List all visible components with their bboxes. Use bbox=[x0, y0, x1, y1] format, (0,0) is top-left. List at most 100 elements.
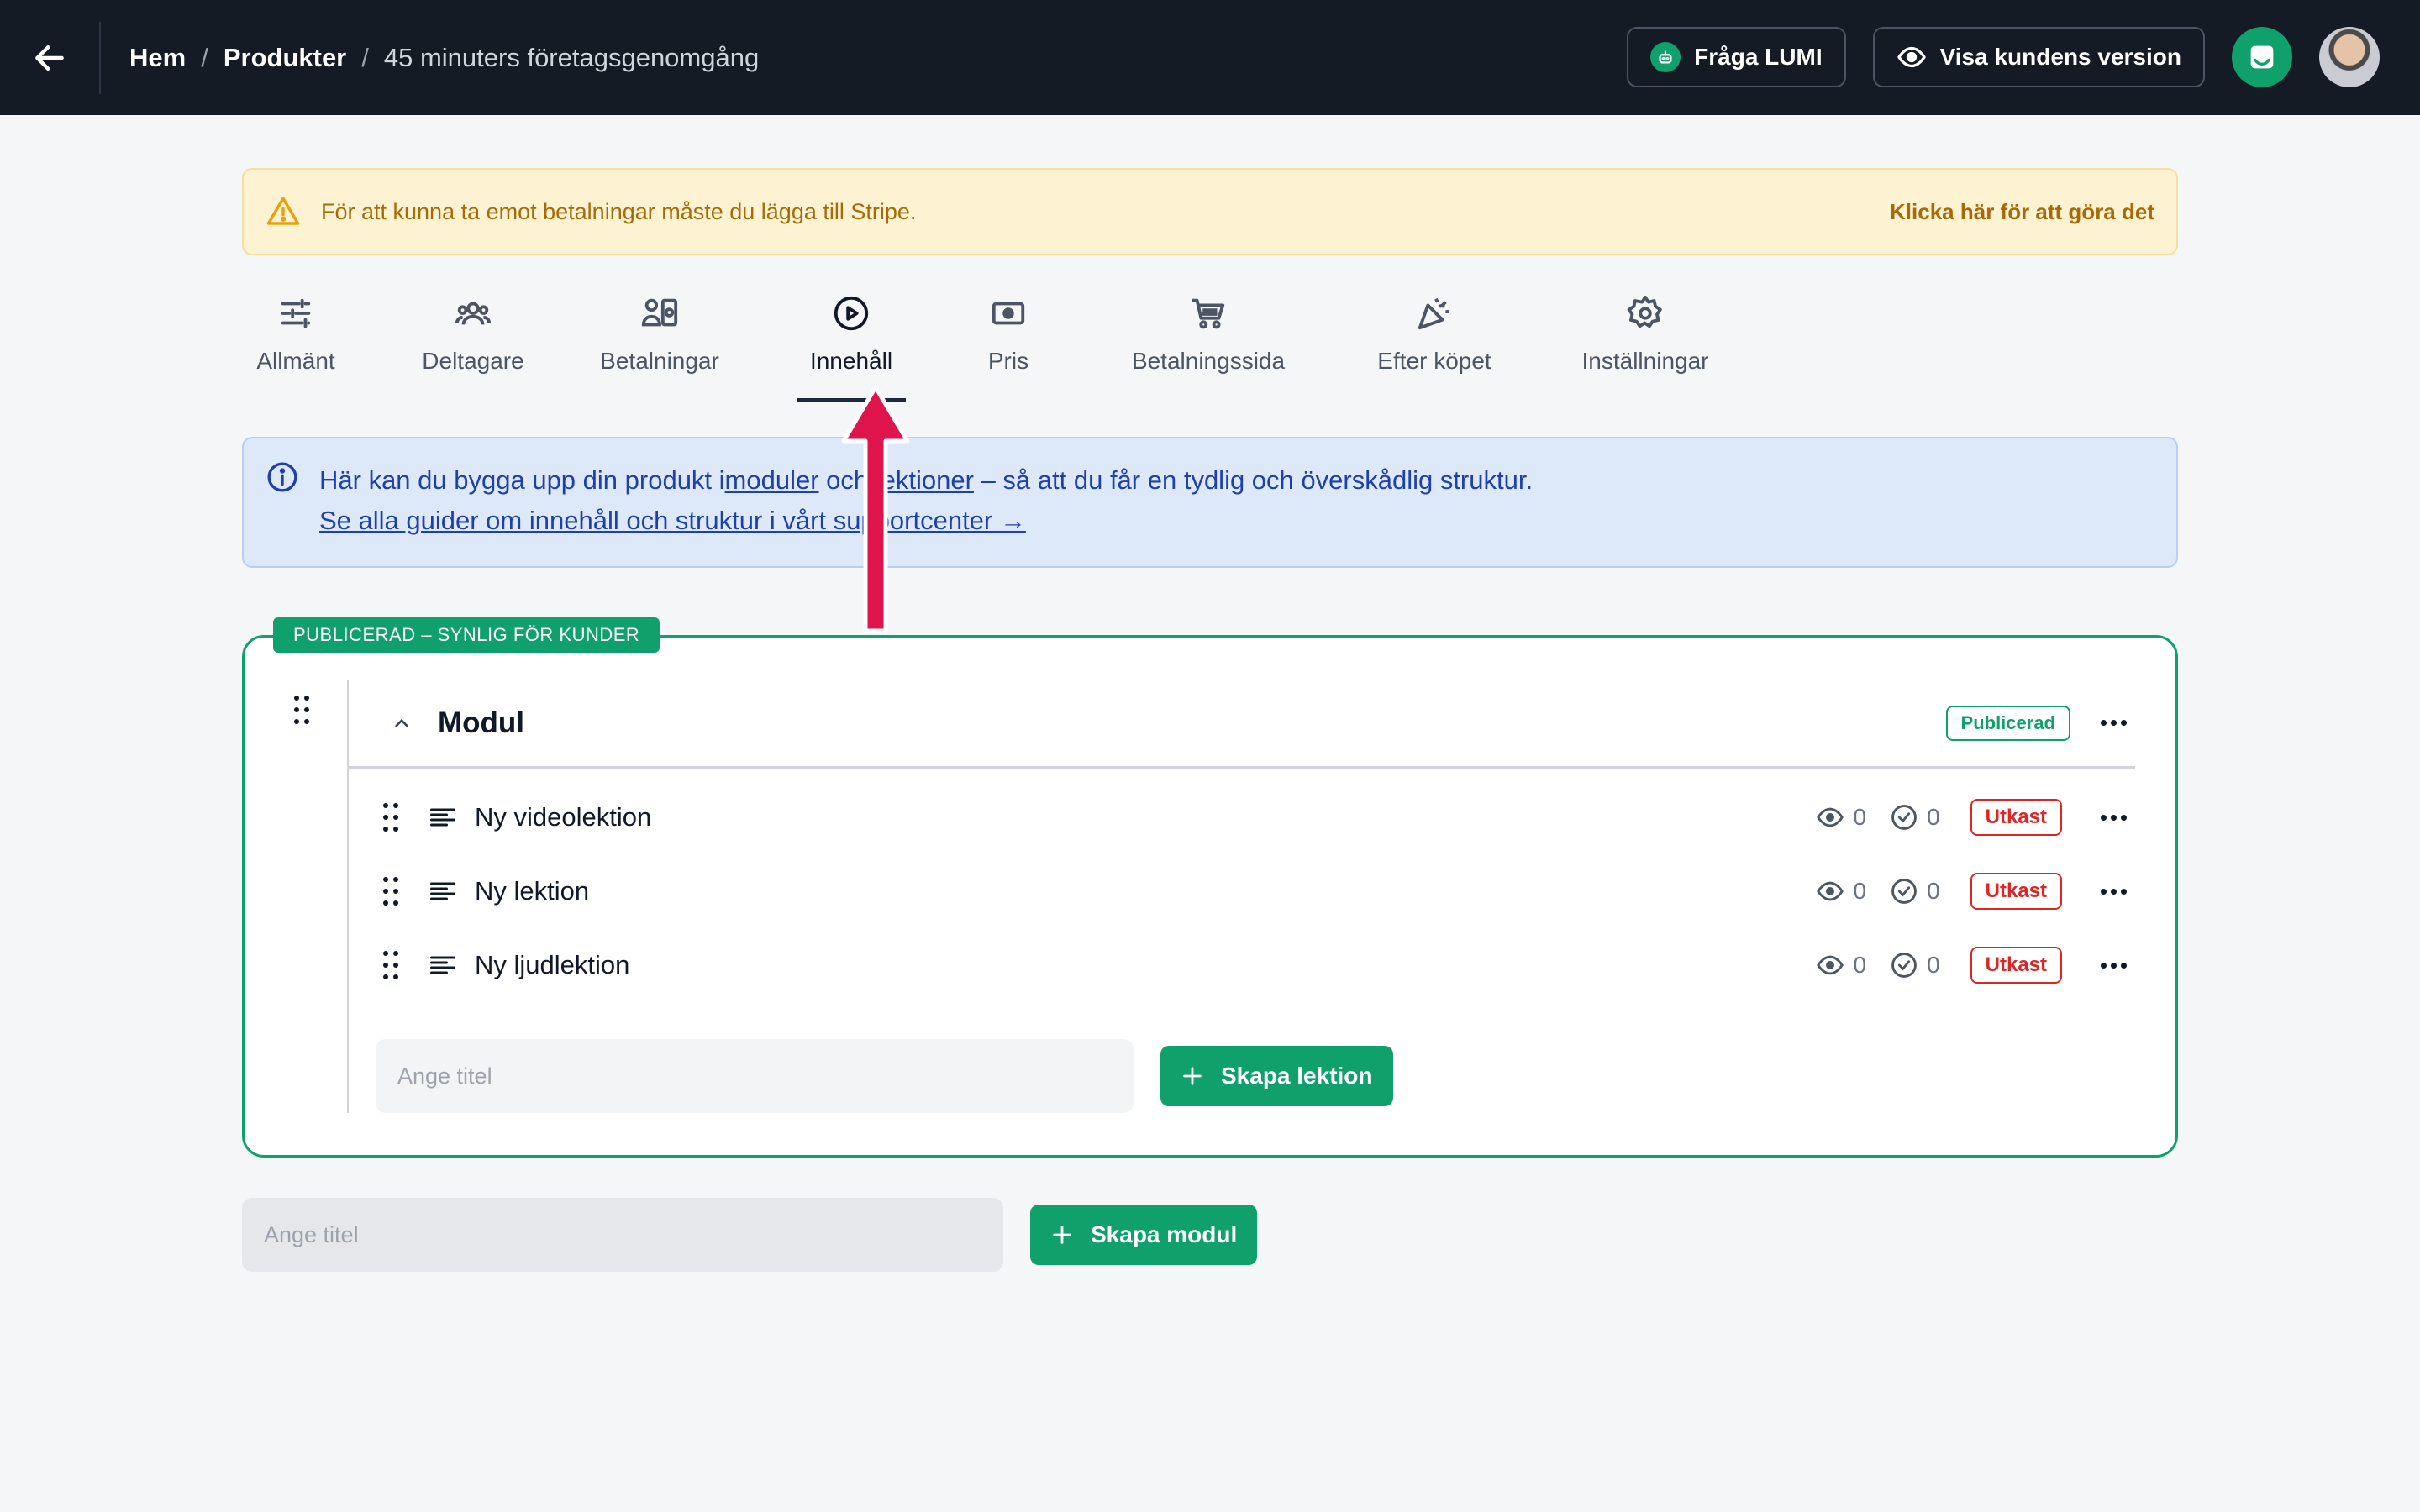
completed-count: 0 bbox=[1927, 804, 1940, 830]
completed-count: 0 bbox=[1927, 952, 1940, 978]
lesson-row[interactable]: Ny ljudlektion 0 0 Utkast bbox=[349, 928, 2135, 1002]
sliders-icon bbox=[281, 298, 311, 328]
tab-label: Deltagare bbox=[422, 348, 524, 374]
create-lesson-button[interactable]: Skapa lektion bbox=[1160, 1046, 1393, 1106]
status-badge: Publicerad bbox=[1945, 705, 2070, 741]
more-options-icon[interactable] bbox=[2101, 962, 2127, 969]
views-count: 0 bbox=[1853, 878, 1867, 904]
users-icon bbox=[455, 302, 492, 325]
drag-handle-icon[interactable] bbox=[381, 950, 401, 980]
chevron-up-icon[interactable] bbox=[391, 712, 413, 734]
tab-label: Innehåll bbox=[809, 348, 893, 374]
completed-count: 0 bbox=[1927, 878, 1940, 904]
plus-icon bbox=[1053, 1226, 1071, 1244]
module-content: Modul Publicerad Ny videolektion 0 0 Utk… bbox=[347, 680, 2135, 1113]
lesson-name[interactable]: Ny lektion bbox=[475, 876, 589, 906]
gear-icon bbox=[1627, 295, 1662, 328]
annotation-arrow bbox=[841, 385, 910, 633]
cart-icon bbox=[1192, 298, 1225, 329]
tab-label: Allmänt bbox=[256, 348, 335, 374]
breadcrumb: Hem / Produkter / 45 minuters företagsge… bbox=[129, 43, 759, 73]
moduler-link[interactable]: moduler bbox=[725, 465, 819, 495]
check-circle-icon bbox=[1891, 953, 1917, 978]
lesson-name[interactable]: Ny ljudlektion bbox=[475, 950, 629, 980]
new-module-row: Ange titel Skapa modul bbox=[242, 1198, 1258, 1272]
tab-label: Pris bbox=[987, 348, 1029, 374]
lesson-row[interactable]: Ny videolektion 0 0 Utkast bbox=[349, 780, 2135, 854]
inbox-icon[interactable] bbox=[2232, 27, 2292, 87]
module-header: Modul Publicerad bbox=[349, 680, 2135, 769]
ask-lumi-label: Fråga LUMI bbox=[1694, 44, 1823, 70]
tab-deltagare[interactable]: Deltagare bbox=[413, 294, 533, 395]
breadcrumb-current: 45 minuters företagsgenomgång bbox=[383, 42, 760, 72]
check-circle-icon bbox=[1891, 805, 1917, 830]
drag-handle-icon[interactable] bbox=[381, 876, 401, 906]
product-tabs: Allmänt Deltagare Betalningar Innehåll P… bbox=[242, 294, 1712, 402]
status-badge: Utkast bbox=[1970, 947, 2062, 984]
more-options-icon[interactable] bbox=[2101, 814, 2127, 821]
tab-innehall[interactable]: Innehåll bbox=[797, 294, 906, 402]
top-bar: Hem / Produkter / 45 minuters företagsge… bbox=[0, 0, 2420, 115]
info-text-part: Här kan du bygga upp din produkt i bbox=[319, 465, 725, 495]
payments-icon bbox=[641, 298, 678, 327]
lesson-row[interactable]: Ny lektion 0 0 Utkast bbox=[349, 854, 2135, 928]
info-text: Här kan du bygga upp din produkt imodule… bbox=[319, 460, 1533, 544]
text-lines-icon bbox=[430, 956, 455, 974]
tab-efter-kopet[interactable]: Efter köpet bbox=[1375, 294, 1494, 395]
tab-allmant[interactable]: Allmänt bbox=[242, 294, 350, 395]
robot-icon bbox=[1650, 42, 1681, 72]
customer-view-button[interactable]: Visa kundens version bbox=[1872, 27, 2205, 87]
breadcrumb-home[interactable]: Hem bbox=[129, 43, 186, 73]
tab-installningar[interactable]: Inställningar bbox=[1578, 294, 1712, 395]
money-icon bbox=[992, 302, 1025, 325]
eye-icon bbox=[1817, 881, 1844, 901]
lesson-stats: 0 0 Utkast bbox=[1816, 799, 2135, 836]
views-count: 0 bbox=[1853, 952, 1867, 978]
status-badge: Utkast bbox=[1970, 799, 2062, 836]
support-center-link[interactable]: Se alla guider om innehåll och struktur … bbox=[319, 506, 1026, 535]
eye-icon bbox=[1817, 955, 1844, 975]
tab-label: Efter köpet bbox=[1377, 348, 1491, 374]
eye-icon bbox=[1897, 46, 1926, 68]
tab-betalningar[interactable]: Betalningar bbox=[597, 294, 723, 395]
avatar[interactable] bbox=[2319, 27, 2380, 87]
back-button[interactable] bbox=[0, 21, 101, 94]
breadcrumb-separator: / bbox=[361, 42, 369, 72]
lesson-stats: 0 0 Utkast bbox=[1816, 873, 2135, 910]
tab-pris[interactable]: Pris bbox=[983, 294, 1034, 395]
breadcrumb-separator: / bbox=[201, 42, 208, 72]
views-count: 0 bbox=[1853, 804, 1867, 830]
module-title-input[interactable]: Ange titel bbox=[242, 1198, 1003, 1272]
customer-view-label: Visa kundens version bbox=[1939, 44, 2181, 70]
lesson-name[interactable]: Ny videolektion bbox=[475, 802, 651, 832]
arrow-left-icon bbox=[35, 45, 64, 71]
create-lesson-label: Skapa lektion bbox=[1221, 1063, 1373, 1089]
more-options-icon[interactable] bbox=[2101, 720, 2127, 726]
lesson-title-input[interactable]: Ange titel bbox=[376, 1039, 1134, 1113]
text-lines-icon bbox=[430, 882, 455, 900]
tab-label: Betalningssida bbox=[1131, 348, 1286, 374]
alert-link[interactable]: Klicka här för att göra det bbox=[1890, 199, 2154, 225]
module-title[interactable]: Modul bbox=[438, 706, 524, 740]
drag-handle-icon[interactable] bbox=[292, 695, 312, 729]
create-module-label: Skapa modul bbox=[1091, 1221, 1238, 1247]
ask-lumi-button[interactable]: Fråga LUMI bbox=[1627, 27, 1846, 87]
warning-icon bbox=[266, 197, 300, 225]
text-lines-icon bbox=[430, 808, 455, 827]
play-circle-icon bbox=[834, 296, 869, 331]
tab-label: Betalningar bbox=[600, 348, 719, 374]
plus-icon bbox=[1183, 1067, 1202, 1085]
module-card: PUBLICERAD – SYNLIG FÖR KUNDER Modul Pub… bbox=[242, 617, 2178, 1158]
info-text-part: – så att du får en tydlig och överskådli… bbox=[973, 465, 1534, 495]
tab-betalningssida[interactable]: Betalningssida bbox=[1129, 294, 1287, 395]
info-icon bbox=[267, 462, 297, 492]
drag-handle-icon[interactable] bbox=[381, 802, 401, 832]
status-badge: Utkast bbox=[1970, 873, 2062, 910]
eye-icon bbox=[1817, 807, 1844, 827]
more-options-icon[interactable] bbox=[2101, 888, 2127, 895]
tab-label: Inställningar bbox=[1581, 348, 1709, 374]
check-circle-icon bbox=[1891, 879, 1917, 904]
create-module-button[interactable]: Skapa modul bbox=[1030, 1205, 1258, 1265]
published-tag: PUBLICERAD – SYNLIG FÖR KUNDER bbox=[273, 617, 660, 653]
breadcrumb-products[interactable]: Produkter bbox=[224, 43, 346, 73]
